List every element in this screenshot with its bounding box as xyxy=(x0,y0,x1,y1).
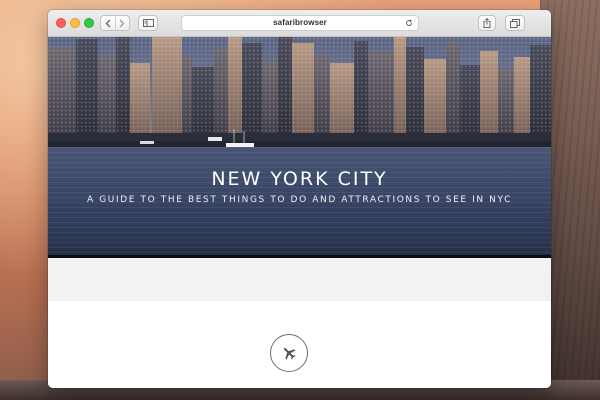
sidebar-icon xyxy=(142,19,154,27)
address-text: safaribrowser xyxy=(273,18,327,27)
minimize-window-button[interactable] xyxy=(70,18,80,28)
navigation-buttons xyxy=(100,15,130,31)
web-page: NEW YORK CITY A GUIDE TO THE BEST THINGS… xyxy=(48,37,551,388)
address-bar[interactable]: safaribrowser xyxy=(181,15,419,31)
chevron-left-icon xyxy=(105,19,111,27)
forward-button[interactable] xyxy=(114,16,130,30)
share-icon xyxy=(483,18,491,28)
chevron-right-icon xyxy=(119,19,125,27)
safari-window: safaribrowser NEW YORK CITY A GUIDE TO T… xyxy=(48,10,551,388)
tabs-overview-button[interactable] xyxy=(505,15,525,31)
travel-feature-button[interactable] xyxy=(270,334,308,372)
desktop-background: safaribrowser NEW YORK CITY A GUIDE TO T… xyxy=(0,0,600,400)
gray-band-section xyxy=(48,258,551,301)
fullscreen-window-button[interactable] xyxy=(84,18,94,28)
reload-icon[interactable] xyxy=(405,19,413,27)
city-skyline-image xyxy=(48,37,551,149)
hero-banner: NEW YORK CITY A GUIDE TO THE BEST THINGS… xyxy=(48,37,551,255)
airplane-icon xyxy=(283,347,296,360)
back-button[interactable] xyxy=(101,16,115,30)
close-window-button[interactable] xyxy=(56,18,66,28)
sidebar-button[interactable] xyxy=(138,15,158,31)
tabs-overview-icon xyxy=(510,18,520,28)
share-button[interactable] xyxy=(478,15,496,31)
hero-subtitle: A GUIDE TO THE BEST THINGS TO DO AND ATT… xyxy=(87,195,512,205)
browser-toolbar: safaribrowser xyxy=(48,10,551,37)
hero-title: NEW YORK CITY xyxy=(211,168,388,190)
